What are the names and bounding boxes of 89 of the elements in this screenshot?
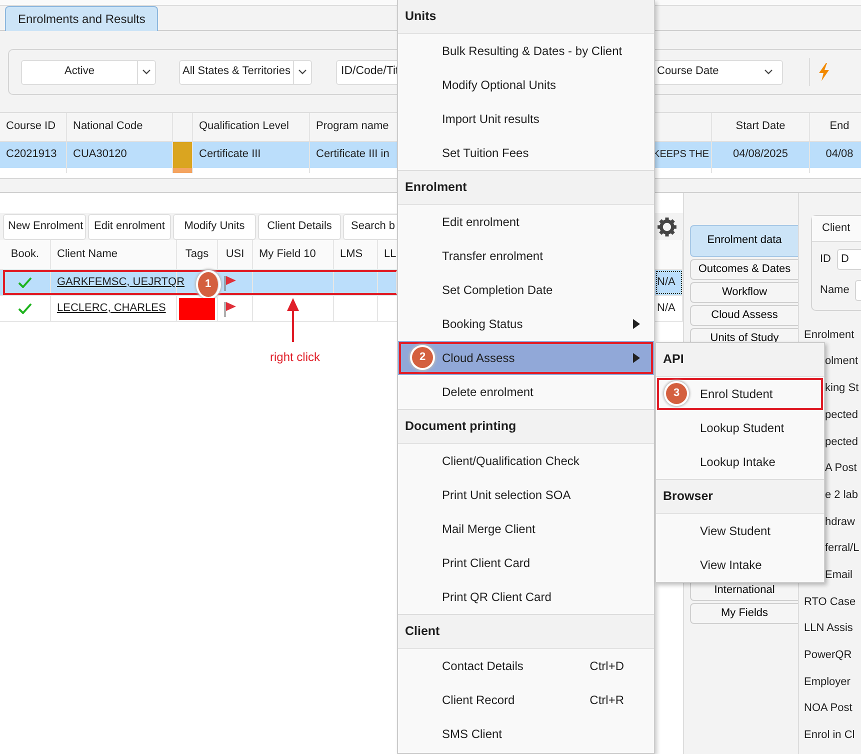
menu-item[interactable]: Lookup Student xyxy=(656,411,824,445)
menu-item[interactable]: Import Unit results xyxy=(398,102,654,136)
menu-item[interactable]: Transfer enrolment xyxy=(398,239,654,273)
column-header[interactable]: National Code xyxy=(67,113,173,141)
menu-heading: Browser xyxy=(656,480,824,514)
field-label: e 2 lab xyxy=(824,488,860,503)
menu-item[interactable]: Delete enrolment xyxy=(398,375,654,409)
menu-item[interactable]: Print Client Card xyxy=(398,546,654,580)
table-cell: N/A xyxy=(657,302,676,316)
menu-item[interactable]: Print Unit selection SOA xyxy=(398,478,654,512)
table-cell: C2021913 xyxy=(0,142,67,168)
table-cell: 04/08 xyxy=(810,142,861,168)
column-header[interactable]: Book. xyxy=(0,240,51,269)
field-label: olment xyxy=(824,354,860,370)
field-label: king St xyxy=(824,381,860,396)
column-header[interactable]: Tags xyxy=(177,240,218,269)
tab[interactable]: My Fields xyxy=(690,603,798,624)
dropdown[interactable]: Active xyxy=(21,60,156,84)
step-badge: 2 xyxy=(412,347,433,368)
settings-icon xyxy=(657,216,677,236)
field-label: Name xyxy=(820,284,850,298)
toolbar-button[interactable]: New Enrolment xyxy=(3,214,86,240)
column-header[interactable]: Qualification Level xyxy=(193,113,310,141)
column-header[interactable]: My Field 10 xyxy=(253,240,334,269)
annotation-text: right click xyxy=(270,350,320,364)
caret-icon xyxy=(298,69,307,75)
tab[interactable]: Cloud Assess xyxy=(690,305,798,326)
column-header[interactable]: Client Name xyxy=(51,240,177,269)
field-label: Email xyxy=(824,568,854,583)
field-label: hdraw xyxy=(824,514,856,530)
dropdown[interactable]: All States & Territories xyxy=(179,60,312,84)
arrow-icon xyxy=(286,297,300,343)
menu-item[interactable]: Set Completion Date xyxy=(398,273,654,307)
group-title: Client xyxy=(812,216,861,242)
column-header[interactable]: Course ID xyxy=(0,113,67,141)
menu-item[interactable]: Print QR Client Card xyxy=(398,580,654,614)
tab[interactable]: Outcomes & Dates xyxy=(690,259,798,280)
client-name-link[interactable]: GARKFEMSC, UEJRTQR xyxy=(57,276,185,290)
menu-heading: Units xyxy=(398,0,654,34)
toolbar-button[interactable]: Client Details xyxy=(258,214,341,240)
tab[interactable]: Enrolment data xyxy=(690,225,798,257)
menu-item[interactable]: Client/Qualification Check xyxy=(398,444,654,478)
menu-heading: Document printing xyxy=(398,410,654,444)
lightning-icon xyxy=(818,63,830,81)
input-field[interactable]: D xyxy=(837,249,861,270)
shortcut-text: Ctrl+D xyxy=(590,658,625,674)
menu-item[interactable]: Contact Details Ctrl+D xyxy=(398,649,654,683)
column-header[interactable]: Start Date xyxy=(712,113,810,141)
step-badge: 1 xyxy=(198,272,219,297)
table-cell: N/A xyxy=(657,276,676,290)
menu-heading: Enrolment xyxy=(398,171,654,205)
menu-item[interactable]: View Intake xyxy=(656,548,824,582)
menu-item[interactable]: SMS Client xyxy=(398,717,654,751)
field-label: ID xyxy=(820,252,831,266)
menu-item[interactable]: Mail Merge Client xyxy=(398,512,654,546)
toolbar-button[interactable]: Edit enrolment xyxy=(88,214,171,240)
table-cell: 04/08/2025 xyxy=(712,142,810,168)
shortcut-text: Ctrl+R xyxy=(590,692,625,708)
menu-heading: Client xyxy=(398,615,654,649)
column-header[interactable]: End xyxy=(810,113,861,141)
menu-item[interactable]: 3 Enrol Student xyxy=(656,377,824,411)
tab[interactable]: Workflow xyxy=(690,282,798,303)
field-label: Enrol in Cl xyxy=(804,728,856,744)
field-label: ferral/L xyxy=(824,541,860,556)
menu-item[interactable]: Booking Status xyxy=(398,307,654,341)
toolbar-button[interactable]: Modify Units xyxy=(173,214,256,240)
field-label: RTO Case xyxy=(804,594,857,610)
column-header[interactable]: LMS xyxy=(334,240,378,269)
field-label: PowerQR xyxy=(804,648,853,663)
tab[interactable]: Enrolments and Results xyxy=(5,6,158,31)
menu-item[interactable]: Client Record Ctrl+R xyxy=(398,683,654,717)
field-label: NOA Post xyxy=(804,701,854,716)
caret-icon xyxy=(142,69,151,75)
menu-item[interactable]: Lookup Intake xyxy=(656,445,824,479)
field-label: pected xyxy=(824,408,860,423)
column-header[interactable]: USI xyxy=(218,240,253,269)
field-label: Employer xyxy=(804,674,852,690)
field-label: Enrolment xyxy=(804,328,856,343)
field-label: A Post xyxy=(824,461,858,476)
client-name-link[interactable]: LECLERC, CHARLES xyxy=(57,302,166,316)
field-label: LLN Assis xyxy=(804,621,854,636)
table-cell: Certificate III xyxy=(193,142,310,168)
caret-icon xyxy=(764,69,772,75)
step-badge: 3 xyxy=(666,383,687,404)
input-field[interactable] xyxy=(855,280,861,301)
menu-item[interactable]: 2 Cloud Assess xyxy=(398,341,654,375)
menu-heading: API xyxy=(656,343,824,377)
menu-item[interactable]: View Student xyxy=(656,514,824,548)
field-label: pected xyxy=(824,434,860,450)
